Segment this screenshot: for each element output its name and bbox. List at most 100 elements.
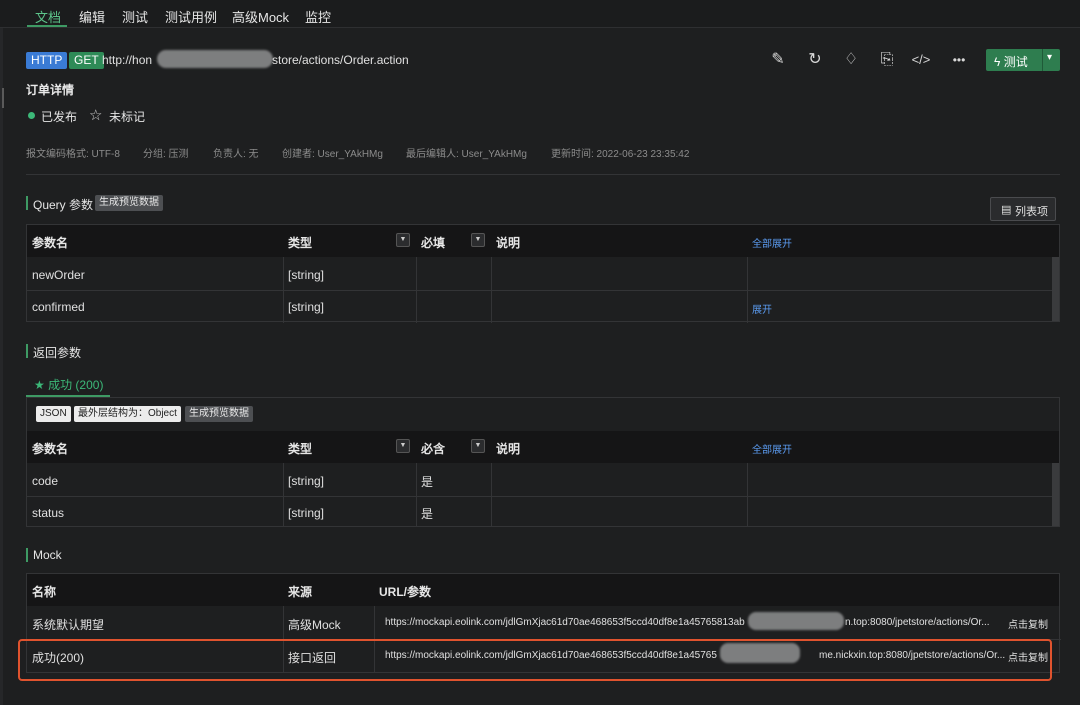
test-button-divider xyxy=(1042,49,1043,71)
column-header-description: 说明 xyxy=(496,442,521,456)
tab-test[interactable]: 测试 xyxy=(122,7,148,26)
expand-link[interactable]: 展开 xyxy=(752,301,772,316)
column-header-description: 说明 xyxy=(496,236,521,250)
test-button-label: 测试 xyxy=(1003,55,1028,69)
code-icon[interactable]: </> xyxy=(911,50,931,70)
section-accent xyxy=(26,548,28,562)
expand-all-link[interactable]: 全部展开 xyxy=(752,235,792,250)
table-scrollbar[interactable] xyxy=(1052,257,1059,321)
status-badge: 已发布 xyxy=(41,110,78,124)
column-header-type: 类型 xyxy=(288,442,313,456)
protocol-badge: HTTP xyxy=(26,52,68,69)
star-icon[interactable]: ☆ xyxy=(89,106,102,124)
redacted-url-segment xyxy=(157,50,273,68)
required-filter-dropdown[interactable]: ▼ xyxy=(471,439,485,453)
meta-creator: 创建者: User_YAkHMg xyxy=(282,149,383,160)
top-tab-bar: 文档 编辑 测试 测试用例 高级Mock 监控 xyxy=(0,0,1080,28)
api-title: 订单详情 xyxy=(26,83,75,97)
required-filter-dropdown[interactable]: ▼ xyxy=(471,233,485,247)
column-divider xyxy=(283,463,284,527)
type-filter-dropdown[interactable]: ▼ xyxy=(396,439,410,453)
column-header-required: 必填 xyxy=(421,236,446,250)
param-required: 是 xyxy=(421,507,434,521)
chevron-down-icon[interactable]: ▾ xyxy=(1047,52,1052,63)
list-items-button[interactable]: ▤ 列表项 xyxy=(990,197,1056,221)
response-params-table: JSON 最外层结构为：Object 生成预览数据 参数名 类型 ▼ 必含 ▼ … xyxy=(26,397,1060,527)
column-header-name: 参数名 xyxy=(32,236,69,250)
table-header: 参数名 类型 ▼ 必含 ▼ 说明 全部展开 xyxy=(27,431,1059,463)
param-type: [string] xyxy=(288,268,325,282)
table-header: 名称 来源 URL/参数 xyxy=(27,574,1059,606)
tab-monitor[interactable]: 监控 xyxy=(305,7,331,26)
meta-editor: 最后编辑人: User_YAkHMg xyxy=(406,149,527,160)
type-filter-dropdown[interactable]: ▼ xyxy=(396,233,410,247)
expand-all-link[interactable]: 全部展开 xyxy=(752,441,792,456)
column-header-type: 类型 xyxy=(288,236,313,250)
param-name: status xyxy=(32,506,65,520)
section-accent xyxy=(26,196,28,210)
row-divider xyxy=(27,290,1054,291)
param-type: [string] xyxy=(288,506,325,520)
active-tab-indicator xyxy=(27,25,67,27)
row-divider xyxy=(27,496,1054,497)
test-button[interactable]: ϟ 测试 ▾ xyxy=(986,49,1060,71)
tab-edit[interactable]: 编辑 xyxy=(79,7,105,26)
table-header: 参数名 类型 ▼ 必填 ▼ 说明 全部展开 xyxy=(27,225,1059,257)
divider xyxy=(26,174,1060,175)
left-gutter-marker xyxy=(2,88,4,108)
query-section-title: Query 参数 xyxy=(33,198,94,212)
column-header-required: 必含 xyxy=(421,442,446,456)
meta-updated: 更新时间: 2022-06-23 23:35:42 xyxy=(551,149,690,160)
column-header-url: URL/参数 xyxy=(379,585,431,599)
copy-link[interactable]: 点击复制 xyxy=(1008,616,1048,631)
response-generate-preview-button[interactable]: 生成预览数据 xyxy=(185,406,253,422)
bolt-icon: ϟ xyxy=(994,55,1001,69)
mock-section-title: Mock xyxy=(33,548,62,562)
table-scrollbar[interactable] xyxy=(1052,463,1059,526)
column-divider xyxy=(747,463,748,527)
param-name: code xyxy=(32,474,59,488)
method-badge: GET xyxy=(69,52,104,69)
highlight-box xyxy=(18,639,1052,681)
tab-docs[interactable]: 文档 xyxy=(35,7,61,26)
mark-toggle[interactable]: 未标记 xyxy=(109,108,145,125)
tab-advanced-mock[interactable]: 高级Mock xyxy=(232,7,289,26)
query-params-table: 参数名 类型 ▼ 必填 ▼ 说明 全部展开 newOrder [string] … xyxy=(26,224,1060,323)
query-generate-preview-button[interactable]: 生成预览数据 xyxy=(95,195,163,211)
response-section-title: 返回参数 xyxy=(33,346,82,360)
param-name: newOrder xyxy=(32,268,85,282)
meta-encoding: 报文编码格式: UTF-8 xyxy=(26,149,120,160)
param-name: confirmed xyxy=(32,300,85,314)
param-type: [string] xyxy=(288,474,325,488)
meta-owner: 负责人: 无 xyxy=(213,149,259,160)
mock-source: 高级Mock xyxy=(288,618,341,632)
more-icon[interactable]: ••• xyxy=(949,50,969,70)
format-badge[interactable]: JSON xyxy=(36,406,71,422)
mock-url-start: https://mockapi.eolink.com/jdlGmXjac61d7… xyxy=(385,617,745,628)
mock-name: 系统默认期望 xyxy=(32,618,105,632)
tab-success-200[interactable]: ★ 成功 (200) xyxy=(26,375,108,395)
list-items-label: 列表项 xyxy=(1015,206,1048,218)
left-gutter xyxy=(0,28,3,705)
mock-url-end: n.top:8080/jpetstore/actions/Or... xyxy=(845,617,990,628)
column-header-mock-name: 名称 xyxy=(32,585,57,599)
request-url-end: store/actions/Order.action xyxy=(272,53,409,67)
bell-icon[interactable]: ♢ xyxy=(841,50,861,70)
column-header-name: 参数名 xyxy=(32,442,69,456)
outer-structure-badge[interactable]: 最外层结构为：Object xyxy=(74,406,181,422)
param-required: 是 xyxy=(421,475,434,489)
column-divider xyxy=(491,463,492,527)
param-type: [string] xyxy=(288,300,325,314)
section-accent xyxy=(26,344,28,358)
request-url-start: http://hon xyxy=(102,53,153,67)
meta-group: 分组: 压测 xyxy=(143,149,189,160)
status-dot-icon xyxy=(28,112,35,119)
column-divider xyxy=(416,463,417,527)
tab-test-cases[interactable]: 测试用例 xyxy=(165,7,217,26)
share-icon[interactable]: ⎘ xyxy=(877,50,897,70)
column-header-source: 来源 xyxy=(288,585,313,599)
edit-icon[interactable]: ✎ xyxy=(768,50,788,70)
list-icon: ▤ xyxy=(1001,204,1012,216)
redacted-url-segment xyxy=(748,612,844,630)
history-icon[interactable]: ↻ xyxy=(805,50,825,70)
